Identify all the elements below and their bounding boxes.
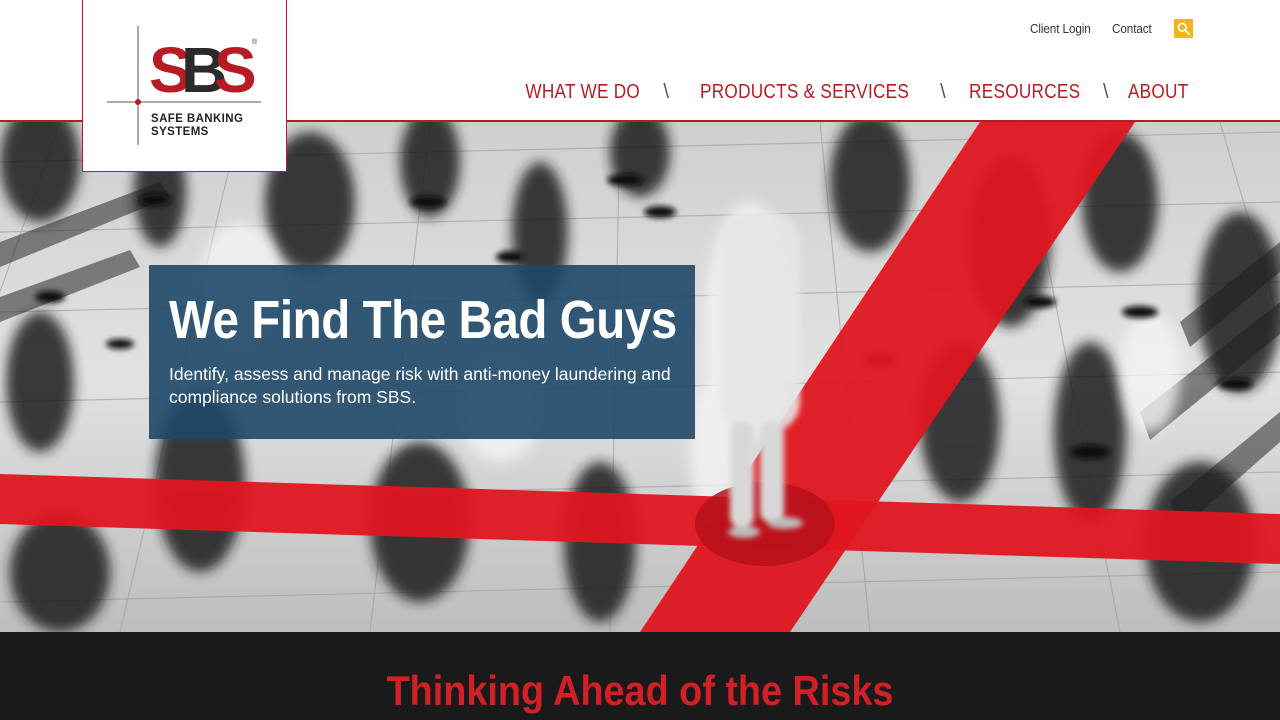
tagline-heading: Thinking Ahead of the Risks [386,667,894,714]
nav-resources[interactable]: RESOURCES [969,81,1080,104]
client-login-link[interactable]: Client Login [1030,21,1091,36]
logo-name-line2: SYSTEMS [151,126,209,138]
nav-separator: \ [940,81,946,103]
nav-what-we-do[interactable]: WHAT WE DO [525,81,640,104]
logo-wordmark: SAFE BANKING SYSTEMS [151,113,243,139]
search-button[interactable] [1174,19,1193,38]
nav-separator: \ [663,81,669,103]
hero-banner: We Find The Bad Guys Identify, assess an… [0,122,1280,632]
utility-nav: Client Login Contact [1030,19,1193,38]
logo-name-line1: SAFE BANKING [151,113,244,125]
sbs-logo-mark: S B S ® [107,26,264,145]
contact-link[interactable]: Contact [1112,21,1152,36]
hero-subtitle: Identify, assess and manage risk with an… [169,364,671,407]
hero-title: We Find The Bad Guys [169,290,677,350]
nav-separator: \ [1103,81,1109,103]
nav-about[interactable]: ABOUT [1128,81,1189,104]
svg-text:®: ® [252,38,258,46]
nav-products-services[interactable]: PRODUCTS & SERVICES [700,81,909,104]
site-logo[interactable]: S B S ® SAFE BANKING SYSTEMS [82,0,287,172]
tagline-section: Thinking Ahead of the Risks [0,632,1280,720]
hero-callout: We Find The Bad Guys Identify, assess an… [149,265,695,439]
svg-text:S: S [214,34,255,106]
search-icon [1177,22,1190,35]
main-nav: WHAT WE DO \ PRODUCTS & SERVICES \ RESOU… [516,81,1193,104]
